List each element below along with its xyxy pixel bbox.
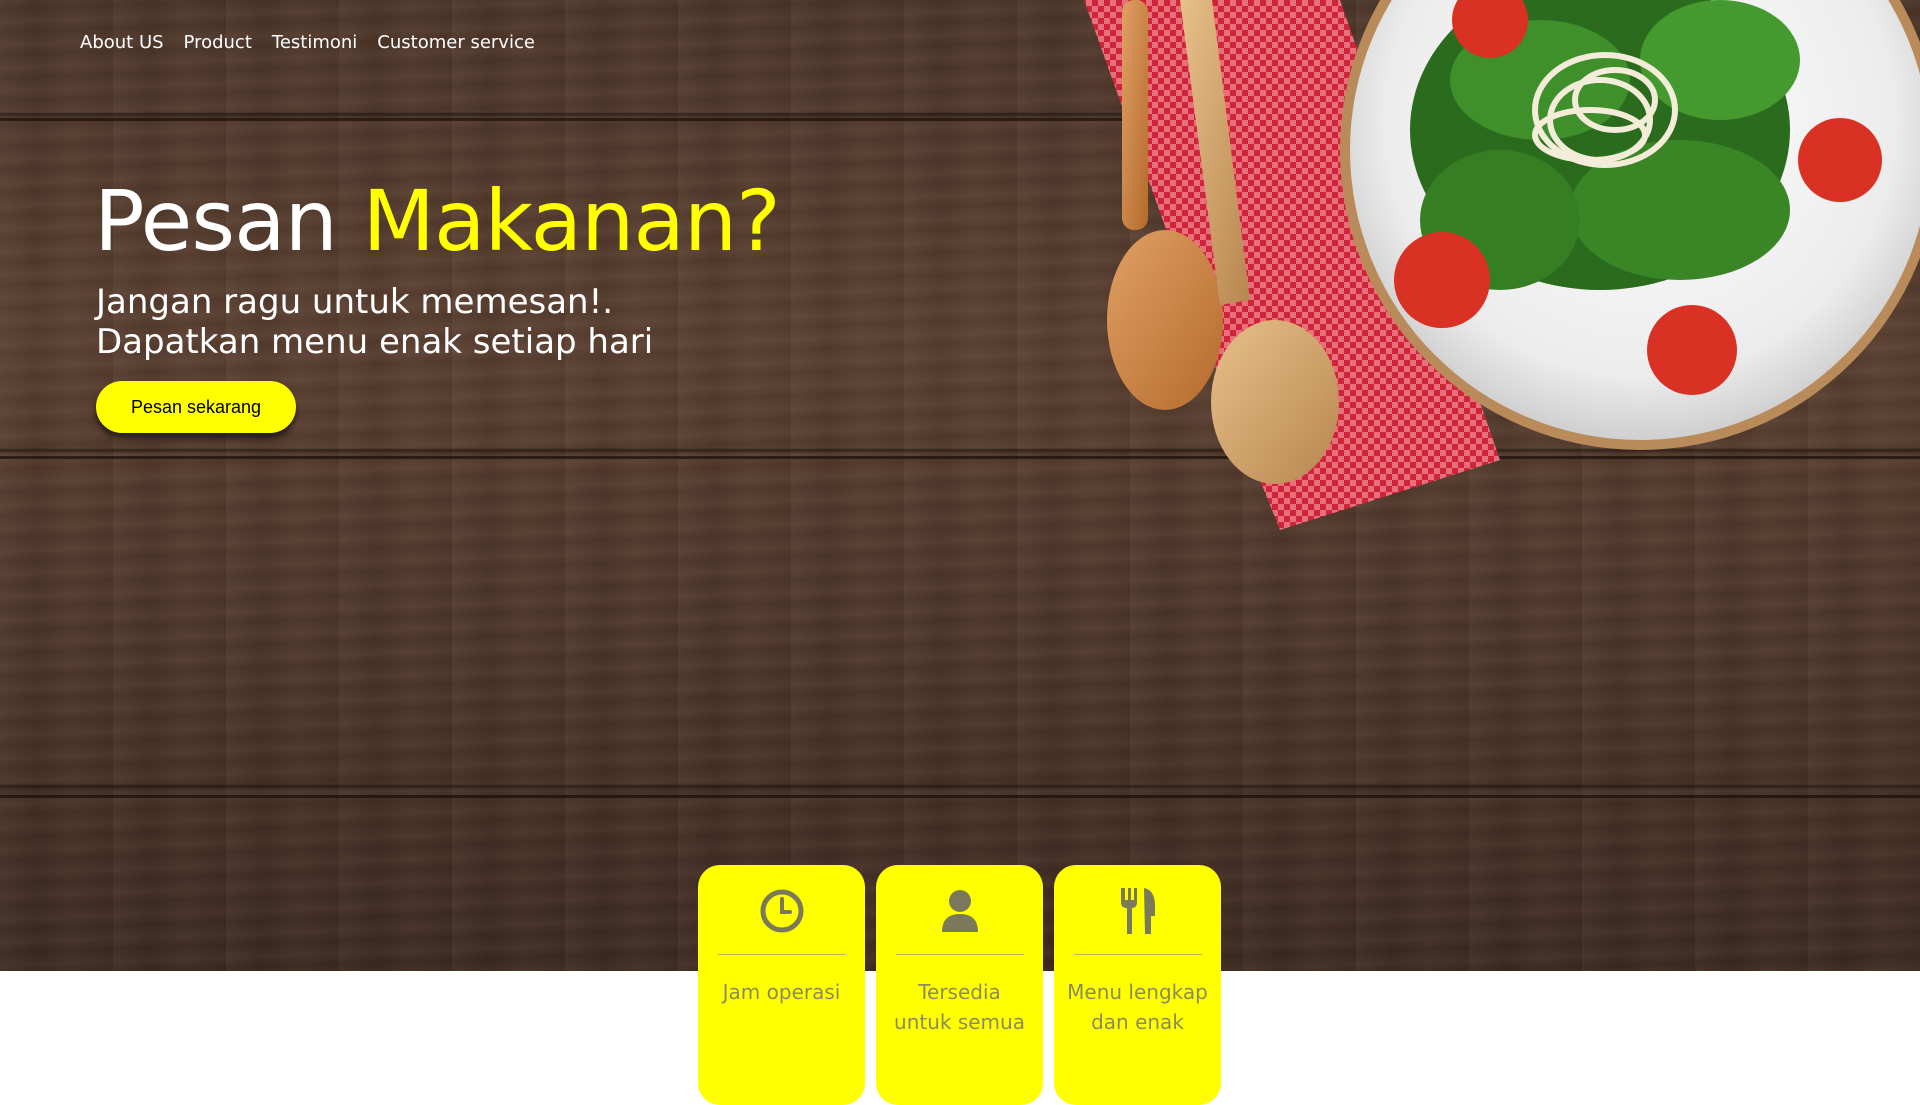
nav-link-product[interactable]: Product — [184, 32, 252, 53]
feature-label: Menu lengkap dan enak — [1067, 980, 1208, 1034]
hero-headline: Pesan Makanan? — [94, 172, 781, 270]
top-navigation: About US Product Testimoni Customer serv… — [80, 32, 535, 53]
card-divider — [717, 954, 846, 955]
nav-link-customer-service[interactable]: Customer service — [377, 32, 535, 53]
hero-section: About US Product Testimoni Customer serv… — [0, 0, 1920, 971]
feature-label: Jam operasi — [722, 980, 841, 1004]
feature-card-available-for-all[interactable]: Tersedia untuk semua — [876, 865, 1043, 1105]
wood-plank-divider — [0, 795, 1920, 798]
card-divider — [895, 954, 1024, 955]
features-row: Jam operasi Tersedia untuk semua Menu le… — [698, 865, 1221, 1105]
nav-link-testimoni[interactable]: Testimoni — [272, 32, 357, 53]
feature-card-full-menu[interactable]: Menu lengkap dan enak — [1054, 865, 1221, 1105]
user-icon — [941, 890, 978, 932]
order-now-button[interactable]: Pesan sekarang — [96, 381, 296, 433]
card-divider — [1073, 954, 1202, 955]
salad-plate-image — [1084, 0, 1920, 530]
subtitle-line-2: Dapatkan menu enak setiap hari — [96, 322, 654, 362]
headline-main: Pesan — [94, 172, 363, 270]
nav-link-about-us[interactable]: About US — [80, 32, 164, 53]
headline-accent: Makanan? — [362, 172, 781, 270]
clock-icon — [760, 889, 803, 933]
feature-card-operating-hours[interactable]: Jam operasi — [698, 865, 865, 1105]
utensils-icon — [1120, 888, 1155, 934]
hero-subtitle: Jangan ragu untuk memesan!. Dapatkan men… — [96, 282, 653, 362]
feature-label: Tersedia untuk semua — [894, 980, 1025, 1034]
subtitle-line-1: Jangan ragu untuk memesan!. — [96, 282, 614, 322]
